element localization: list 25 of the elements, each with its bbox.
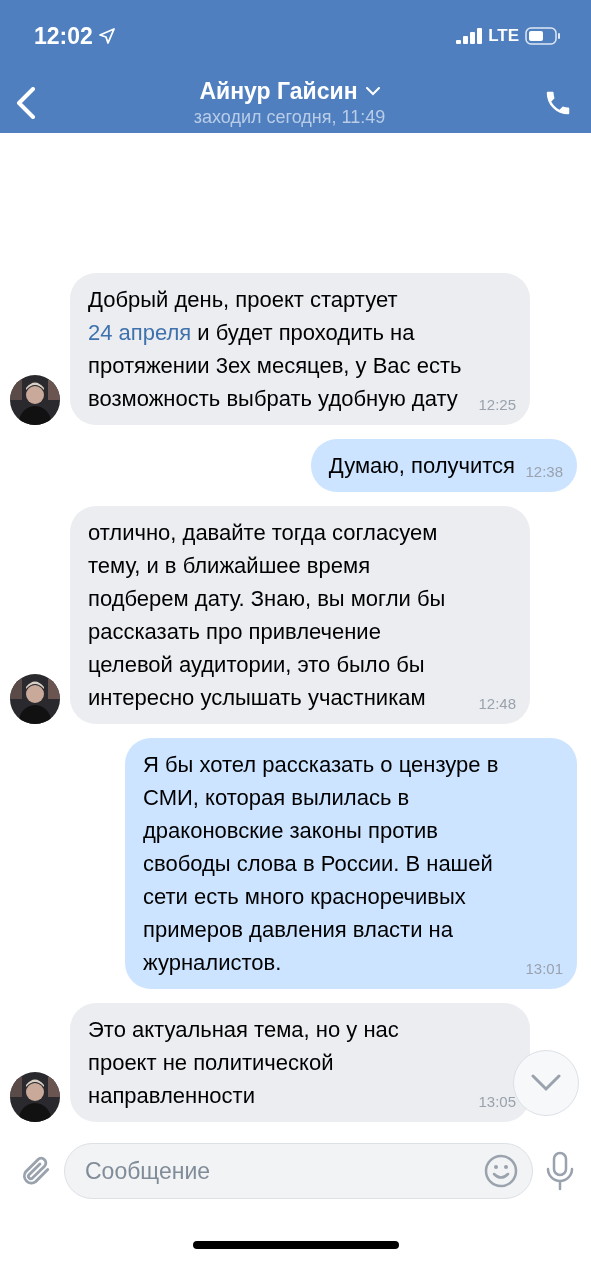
status-time: 12:02 — [34, 22, 93, 50]
message-text: Добрый день, проект стартует 24 апреля и будет проходить на протяжении 3ех месяцев, у Вас есть возможность выбрать удобную дату — [88, 286, 463, 413]
chevron-down-icon[interactable] — [365, 86, 380, 96]
message-time: 12:38 — [525, 463, 563, 480]
microphone-icon[interactable] — [545, 1151, 575, 1191]
network-label: LTE — [488, 26, 519, 46]
message-time: 13:01 — [525, 960, 563, 977]
message-text: Это актуальная тема, но у нас проект не политической направленности — [88, 1016, 400, 1110]
message-time: 12:48 — [478, 695, 516, 712]
back-icon[interactable] — [16, 86, 36, 119]
message-input[interactable]: Сообщение — [83, 1156, 484, 1186]
message-time: 13:05 — [478, 1093, 516, 1110]
signal-icon — [456, 28, 483, 44]
date-link[interactable]: 24 апреля — [88, 320, 192, 345]
location-icon — [98, 28, 115, 44]
battery-icon — [525, 27, 561, 45]
message-text: отлично, давайте тогда согласуем тему, и в ближайшее время подберем дату. Знаю, вы могли бы рассказать про привлечение целевой аудитории, это было бы интересно услышать участникам — [88, 519, 447, 712]
last-seen: заходил сегодня, 11:49 — [193, 106, 386, 128]
message-time: 12:25 — [478, 396, 516, 413]
smiley-icon[interactable] — [484, 1154, 518, 1188]
message-field[interactable]: Сообщение — [64, 1143, 533, 1199]
contact-name[interactable]: Айнур Гайсин — [199, 77, 358, 105]
chevron-down-icon — [531, 1074, 561, 1092]
message-text: Думаю, получится — [328, 452, 515, 480]
message-text: Я бы хотел рассказать о цензуре в СМИ, которая вылилась в драконовские законы против свободы слова в России. В нашей сети есть много красноречивых примеров давления власти на журналистов. — [143, 751, 500, 977]
